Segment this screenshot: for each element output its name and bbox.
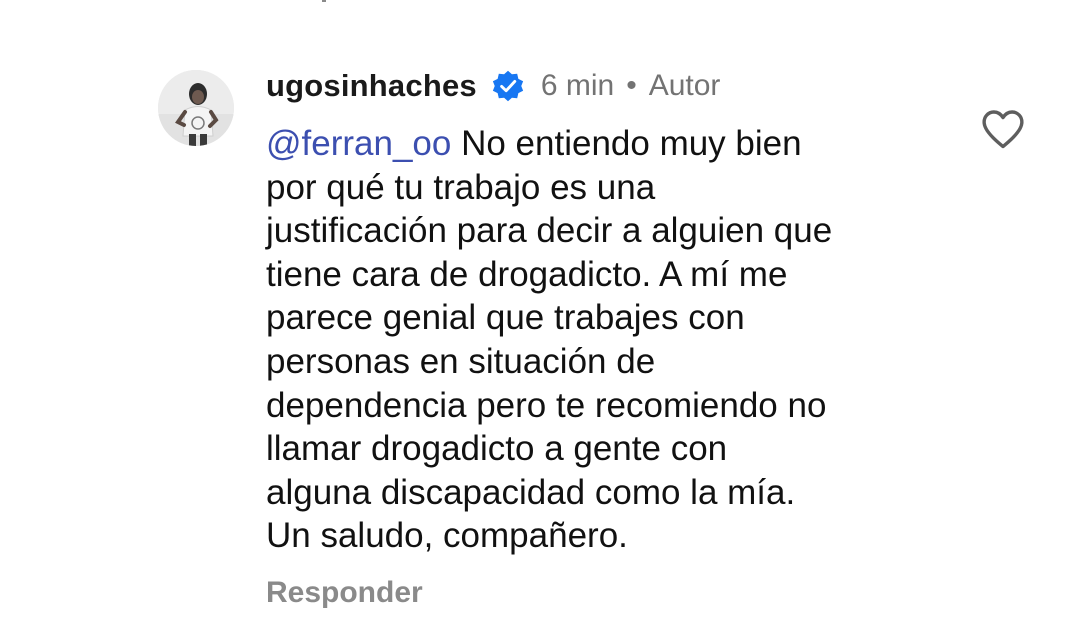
avatar-photo (158, 70, 234, 146)
comment-line-7: dependencia pero te recomiendo no (266, 385, 827, 425)
like-button[interactable] (980, 108, 1026, 150)
comment-line-9: alguna discapacidad como la mía. (266, 472, 796, 512)
previous-comment-remnant (266, 0, 330, 8)
reply-button[interactable]: Responder (266, 576, 423, 610)
comment-line-10: Un saludo, compañero. (266, 516, 628, 556)
avatar[interactable] (158, 70, 234, 146)
previous-char (322, 0, 326, 2)
header-separator: • (626, 69, 637, 102)
comment-line-5: parece genial que trabajes con (266, 298, 745, 338)
author-label: Autor (648, 69, 721, 102)
comment-text: @ferran_oo No entiendo muy bien por qué … (266, 122, 946, 558)
comment-line-1-text: No entiendo muy bien (451, 124, 802, 163)
comment-line-1: @ferran_oo No entiendo muy bien (266, 122, 946, 166)
mention-link[interactable]: @ferran_oo (266, 124, 451, 163)
comment-time: 6 min (540, 69, 615, 102)
comment-thread: ugosinhaches 6 min • Autor @ferran_oo No… (0, 0, 1080, 627)
verified-badge-icon (491, 69, 525, 103)
comment-line-8: llamar drogadicto a gente con (266, 429, 728, 469)
comment-line-2: por qué tu trabajo es una (266, 167, 656, 207)
comment-line-4: tiene cara de drogadicto. A mí me (266, 254, 788, 294)
comment-line-6: personas en situación de (266, 341, 656, 381)
heart-outline-icon (982, 110, 1024, 149)
comment-header: ugosinhaches 6 min • Autor (266, 64, 720, 108)
username[interactable]: ugosinhaches (266, 68, 477, 104)
comment-line-3: justificación para decir a alguien que (266, 211, 833, 251)
